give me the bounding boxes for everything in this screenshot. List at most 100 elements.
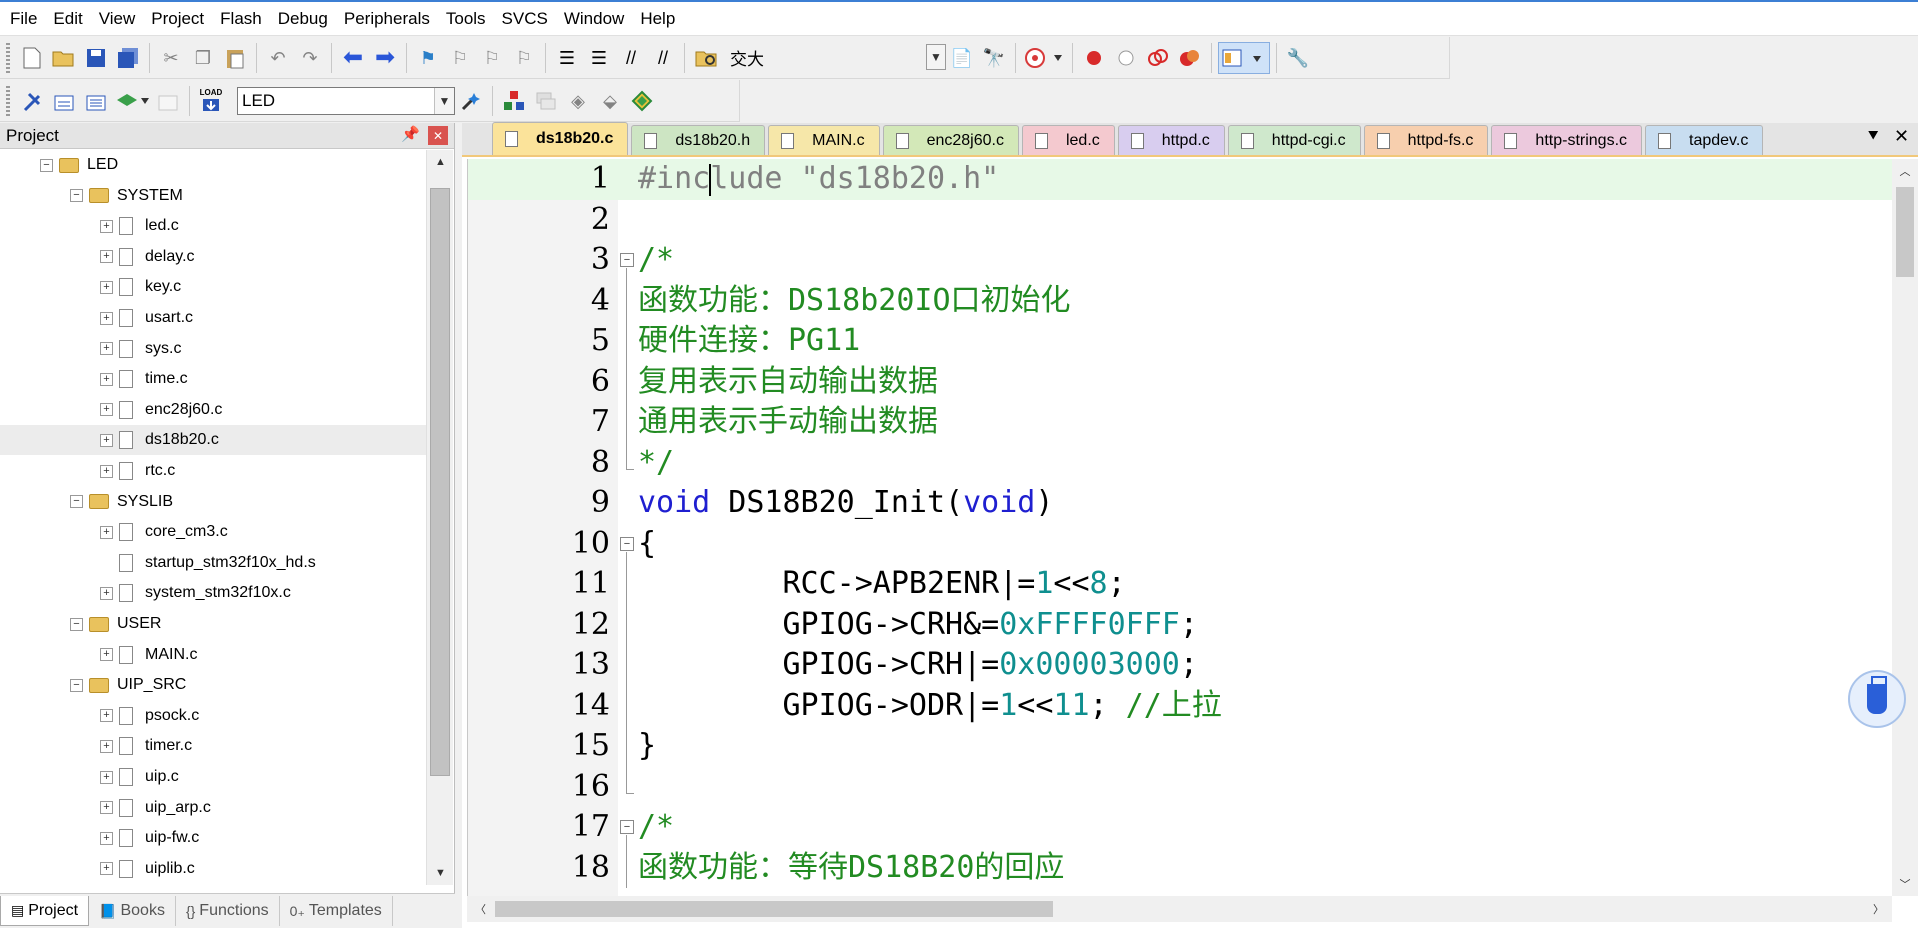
tree-file-item[interactable]: + system_stm32f10x.c bbox=[0, 578, 426, 608]
tree-file-item[interactable]: + ds18b20.c bbox=[0, 425, 426, 456]
expand-icon[interactable]: + bbox=[100, 219, 113, 233]
window-layout-icon[interactable] bbox=[1218, 41, 1270, 74]
tree-file-item[interactable]: + key.c bbox=[0, 272, 426, 302]
tree-file-item[interactable]: + delay.c bbox=[0, 242, 426, 272]
rebuild-icon[interactable] bbox=[81, 85, 111, 117]
file-tab[interactable]: http-strings.c bbox=[1491, 125, 1643, 155]
expand-icon[interactable]: + bbox=[100, 770, 113, 784]
file-tab[interactable]: tapdev.c bbox=[1645, 125, 1764, 155]
paste-icon[interactable] bbox=[220, 42, 250, 74]
tree-folder-item[interactable]: − UIP_SRC bbox=[0, 670, 426, 700]
tree-file-item[interactable]: + led.c bbox=[0, 211, 426, 241]
code-line[interactable]: 4 函数功能：DS18b20IO口初始化 bbox=[468, 281, 1892, 322]
code-line[interactable]: 7 通用表示手动输出数据 bbox=[468, 402, 1892, 443]
collapse-icon[interactable]: − bbox=[70, 189, 83, 203]
new-file-icon[interactable] bbox=[17, 42, 47, 74]
code-line[interactable]: 2 bbox=[468, 200, 1892, 241]
fold-toggle-icon[interactable]: − bbox=[620, 536, 634, 551]
tree-file-item[interactable]: + uip.c bbox=[0, 762, 426, 792]
copy-icon[interactable]: ❐ bbox=[188, 42, 218, 74]
collapse-icon[interactable]: − bbox=[70, 495, 83, 509]
bookmark-toggle-icon[interactable]: ⚑ bbox=[413, 42, 443, 74]
navigate-forward-icon[interactable]: ➡ bbox=[370, 42, 400, 74]
save-icon[interactable] bbox=[81, 42, 111, 74]
tab-books[interactable]: 📘 Books bbox=[89, 896, 176, 926]
select-pack-icon[interactable]: ◈ bbox=[563, 85, 593, 117]
scroll-left-arrow[interactable]: 〈 bbox=[467, 897, 494, 921]
code-line[interactable]: 8 */ bbox=[468, 443, 1892, 484]
tree-file-item[interactable]: + sys.c bbox=[0, 334, 426, 364]
menu-peripherals[interactable]: Peripherals bbox=[336, 2, 438, 36]
menu-flash[interactable]: Flash bbox=[212, 2, 270, 36]
expand-icon[interactable]: + bbox=[100, 648, 113, 662]
find-in-files-icon[interactable] bbox=[691, 42, 721, 74]
expand-icon[interactable]: + bbox=[100, 342, 113, 356]
tree-scroll-thumb[interactable] bbox=[430, 188, 450, 776]
navigate-back-icon[interactable]: ⬅ bbox=[338, 42, 368, 74]
bookmark-next-icon[interactable]: ⚐ bbox=[477, 42, 507, 74]
cut-icon[interactable]: ✂ bbox=[156, 42, 186, 74]
tree-folder-item[interactable]: − USER bbox=[0, 609, 426, 639]
fold-toggle-icon[interactable]: − bbox=[620, 253, 634, 267]
code-line[interactable]: 9 void DS18B20_Init(void) bbox=[468, 483, 1892, 524]
tree-file-item[interactable]: + uip-fw.c bbox=[0, 823, 426, 853]
scroll-down-arrow[interactable]: ▼ bbox=[427, 861, 454, 885]
tree-file-item[interactable]: + core_cm3.c bbox=[0, 517, 426, 547]
collapse-icon[interactable]: − bbox=[70, 678, 83, 692]
unindent-icon[interactable]: ☰ bbox=[584, 42, 614, 74]
tree-file-item[interactable]: + MAIN.c bbox=[0, 640, 426, 670]
tree-file-item[interactable]: + uiplib.c bbox=[0, 854, 426, 884]
code-editor[interactable]: 1 #include "ds18b20.h" 2 3 /* 4 函数功能：DS18b20IO… bbox=[467, 159, 1892, 896]
tree-scrollbar[interactable]: ▲ ▼ bbox=[426, 150, 453, 885]
bookmark-clear-icon[interactable]: ⚐ bbox=[509, 42, 539, 74]
bookmark-prev-icon[interactable]: ⚐ bbox=[445, 42, 475, 74]
close-file-icon[interactable]: ✕ bbox=[1894, 126, 1909, 147]
menu-debug[interactable]: Debug bbox=[270, 2, 336, 36]
scroll-right-arrow[interactable]: 〉 bbox=[1865, 897, 1892, 921]
incremental-find-icon[interactable]: 🔭 bbox=[979, 42, 1009, 74]
build-icon[interactable] bbox=[49, 85, 79, 117]
redo-icon[interactable]: ↷ bbox=[295, 42, 325, 74]
code-line[interactable]: 13 GPIOG->CRH|=0x00003000; bbox=[468, 645, 1892, 686]
tree-file-item[interactable]: +uip-neighbor.c bbox=[0, 884, 426, 885]
file-tab[interactable]: httpd.c bbox=[1117, 125, 1225, 155]
insert-breakpoint-icon[interactable] bbox=[1079, 42, 1109, 74]
usb-device-icon[interactable] bbox=[1848, 670, 1906, 728]
file-tab[interactable]: ds18b20.h bbox=[631, 125, 766, 155]
tree-folder-item[interactable]: − SYSTEM bbox=[0, 181, 426, 211]
fold-toggle-icon[interactable]: − bbox=[620, 820, 634, 834]
code-line[interactable]: 1 #include "ds18b20.h" bbox=[468, 159, 1892, 200]
manage-runtime-icon[interactable] bbox=[627, 85, 657, 117]
download-icon[interactable]: LOAD bbox=[196, 85, 226, 117]
uncomment-icon[interactable]: // bbox=[648, 42, 678, 74]
stop-build-icon[interactable] bbox=[153, 85, 183, 117]
debug-session-icon[interactable] bbox=[1022, 42, 1066, 74]
expand-icon[interactable]: + bbox=[100, 403, 113, 417]
tree-file-item[interactable]: + usart.c bbox=[0, 303, 426, 333]
file-tab[interactable]: MAIN.c bbox=[768, 125, 880, 155]
target-select[interactable]: LED ▼ bbox=[237, 86, 455, 115]
target-dropdown-arrow[interactable]: ▼ bbox=[434, 87, 454, 114]
code-line[interactable]: 6 复用表示自动输出数据 bbox=[468, 362, 1892, 403]
disable-breakpoints-icon[interactable] bbox=[1143, 42, 1173, 74]
expand-icon[interactable]: + bbox=[100, 586, 113, 600]
editor-vscroll-thumb[interactable] bbox=[1896, 187, 1914, 277]
menu-view[interactable]: View bbox=[91, 2, 144, 36]
expand-icon[interactable]: + bbox=[100, 433, 113, 447]
expand-icon[interactable]: + bbox=[100, 280, 113, 294]
tree-file-item[interactable]: + psock.c bbox=[0, 701, 426, 731]
expand-icon[interactable]: + bbox=[100, 311, 113, 325]
pin-icon[interactable]: 📌 bbox=[401, 125, 420, 143]
tree-file-item[interactable]: + time.c bbox=[0, 364, 426, 394]
expand-icon[interactable]: + bbox=[100, 862, 113, 876]
tab-templates[interactable]: 0₊ Templates bbox=[280, 896, 393, 926]
find-input[interactable]: 交大 bbox=[726, 45, 764, 70]
tab-functions[interactable]: {} Functions bbox=[176, 896, 280, 926]
code-line[interactable]: 11 RCC->APB2ENR|=1<<8; bbox=[468, 564, 1892, 605]
find-dropdown-arrow[interactable]: ▼ bbox=[926, 43, 946, 70]
tab-list-dropdown-icon[interactable]: ⯆ bbox=[1866, 126, 1880, 147]
expand-icon[interactable]: + bbox=[100, 464, 113, 478]
save-all-icon[interactable] bbox=[113, 42, 143, 74]
code-line[interactable]: 12 GPIOG->CRH&=0xFFFF0FFF; bbox=[468, 605, 1892, 646]
tree-file-item[interactable]: + uip_arp.c bbox=[0, 793, 426, 823]
